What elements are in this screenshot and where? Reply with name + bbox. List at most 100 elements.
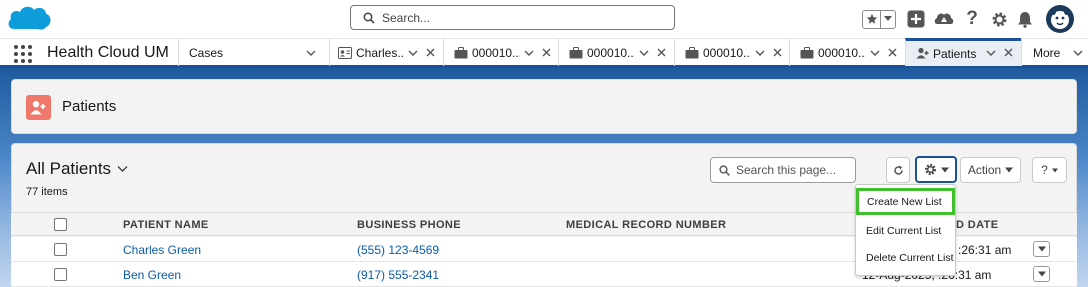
action-button[interactable]: Action bbox=[960, 157, 1021, 183]
page-title: Patients bbox=[62, 98, 117, 115]
patient-icon bbox=[916, 47, 929, 59]
help-icon: ? bbox=[966, 8, 978, 29]
search-icon bbox=[719, 165, 730, 176]
row-checkbox[interactable] bbox=[54, 243, 67, 256]
setup-button[interactable] bbox=[989, 0, 1009, 38]
patient-name-link[interactable]: Charles Green bbox=[123, 243, 201, 257]
column-header-business-phone[interactable]: BUSINESS PHONE bbox=[357, 219, 461, 231]
row-checkbox[interactable] bbox=[54, 268, 67, 281]
briefcase-icon bbox=[800, 47, 814, 59]
tab-label: 000010... bbox=[703, 45, 751, 60]
trailhead-button[interactable] bbox=[933, 0, 955, 38]
chevron-down-icon bbox=[1037, 246, 1046, 252]
help-button[interactable]: ? bbox=[962, 0, 982, 38]
tab-case-4[interactable]: 000010... bbox=[789, 39, 905, 66]
notifications-button[interactable] bbox=[1015, 0, 1035, 38]
row-actions-button[interactable] bbox=[1033, 266, 1050, 282]
app-name: Health Cloud UM bbox=[47, 44, 169, 61]
more-label: More bbox=[1033, 45, 1061, 60]
business-phone-link[interactable]: (917) 555-2341 bbox=[357, 268, 439, 282]
business-phone-link[interactable]: (555) 123-4569 bbox=[357, 243, 439, 257]
navigation-bar: Health Cloud UM Cases Charles... 000010.… bbox=[0, 38, 1088, 68]
tab-label: Patients bbox=[933, 46, 977, 61]
more-tabs-button[interactable]: More bbox=[1021, 39, 1088, 66]
list-view-controls-menu: Create New List Edit Current List Delete… bbox=[855, 184, 956, 276]
column-header-patient-name[interactable]: PATIENT NAME bbox=[123, 219, 209, 231]
global-search[interactable] bbox=[350, 5, 675, 30]
help-label: ? bbox=[1041, 163, 1048, 177]
item-count: 77 items bbox=[26, 186, 68, 198]
close-icon[interactable] bbox=[657, 48, 666, 57]
close-icon[interactable] bbox=[1004, 48, 1013, 57]
tab-label: 000010... bbox=[587, 45, 635, 60]
refresh-icon bbox=[893, 165, 903, 175]
user-avatar bbox=[1046, 5, 1074, 33]
tab-label: 000010... bbox=[818, 45, 866, 60]
favorites-dropdown-icon bbox=[884, 16, 892, 21]
column-header-medical-record-number[interactable]: MEDICAL RECORD NUMBER bbox=[566, 219, 726, 231]
patient-object-icon bbox=[26, 95, 51, 120]
list-view-controls-button[interactable] bbox=[915, 156, 957, 183]
chevron-down-icon[interactable] bbox=[408, 48, 418, 58]
list-view-title: All Patients bbox=[26, 159, 112, 178]
global-add-icon bbox=[907, 10, 925, 28]
chevron-down-icon[interactable] bbox=[986, 48, 996, 58]
column-header-date[interactable]: D DATE bbox=[956, 219, 999, 231]
close-icon[interactable] bbox=[773, 48, 782, 57]
search-icon bbox=[363, 12, 375, 24]
contact-card-icon bbox=[338, 47, 352, 59]
tab-label: 000010... bbox=[472, 45, 520, 60]
tab-label: Cases bbox=[189, 45, 224, 60]
refresh-button[interactable] bbox=[886, 157, 910, 183]
patient-name-link[interactable]: Ben Green bbox=[123, 268, 181, 282]
chevron-down-icon bbox=[117, 166, 128, 172]
favorites-star-icon bbox=[866, 13, 877, 24]
chevron-down-icon[interactable] bbox=[639, 48, 649, 58]
select-all-checkbox[interactable] bbox=[54, 218, 67, 231]
action-label: Action bbox=[967, 163, 1002, 177]
chevron-down-icon bbox=[940, 167, 949, 172]
tab-charles[interactable]: Charles... bbox=[329, 39, 443, 66]
chevron-down-icon bbox=[1037, 271, 1046, 277]
tab-case-3[interactable]: 000010... bbox=[674, 39, 789, 66]
briefcase-icon bbox=[685, 47, 699, 59]
global-actions-button[interactable] bbox=[906, 0, 926, 38]
tab-case-2[interactable]: 000010... bbox=[558, 39, 674, 66]
favorites-button[interactable] bbox=[862, 0, 896, 38]
chevron-down-icon bbox=[1005, 167, 1014, 173]
close-icon[interactable] bbox=[542, 48, 551, 57]
help-menu-button[interactable]: ? bbox=[1032, 157, 1067, 183]
list-view-selector[interactable]: All Patients bbox=[26, 159, 128, 179]
briefcase-icon bbox=[454, 47, 468, 59]
chevron-down-icon[interactable] bbox=[755, 48, 765, 58]
list-search-input[interactable] bbox=[736, 161, 851, 179]
notifications-bell-icon bbox=[1018, 11, 1032, 28]
setup-gear-icon bbox=[992, 12, 1006, 26]
row-actions-button[interactable] bbox=[1033, 241, 1050, 257]
chevron-down-icon[interactable] bbox=[870, 48, 880, 58]
list-search[interactable] bbox=[710, 157, 856, 183]
tab-label: Charles... bbox=[356, 45, 404, 60]
date-cell: :26:31 am bbox=[958, 243, 1012, 257]
chevron-down-icon[interactable] bbox=[306, 48, 316, 58]
gear-icon bbox=[924, 163, 936, 176]
close-icon[interactable] bbox=[888, 48, 897, 57]
close-icon[interactable] bbox=[426, 48, 435, 57]
object-home-header: Patients bbox=[11, 79, 1077, 134]
trailhead-icon bbox=[934, 13, 954, 24]
menu-item-create-new-list[interactable]: Create New List bbox=[856, 188, 955, 215]
tab-patients[interactable]: Patients bbox=[905, 38, 1021, 66]
salesforce-cloud-logo[interactable] bbox=[6, 3, 52, 33]
tab-cases[interactable]: Cases bbox=[178, 39, 329, 66]
menu-item-delete-current-list[interactable]: Delete Current List bbox=[857, 245, 954, 271]
user-profile-button[interactable] bbox=[1046, 0, 1074, 38]
tab-case-1[interactable]: 000010... bbox=[443, 39, 558, 66]
chevron-down-icon bbox=[1051, 168, 1058, 172]
global-search-input[interactable] bbox=[382, 8, 662, 27]
chevron-down-icon bbox=[1073, 50, 1083, 56]
menu-item-edit-current-list[interactable]: Edit Current List bbox=[857, 218, 954, 244]
app-launcher-icon[interactable] bbox=[14, 45, 34, 63]
global-header: ? bbox=[0, 0, 1088, 38]
briefcase-icon bbox=[569, 47, 583, 59]
chevron-down-icon[interactable] bbox=[524, 48, 534, 58]
